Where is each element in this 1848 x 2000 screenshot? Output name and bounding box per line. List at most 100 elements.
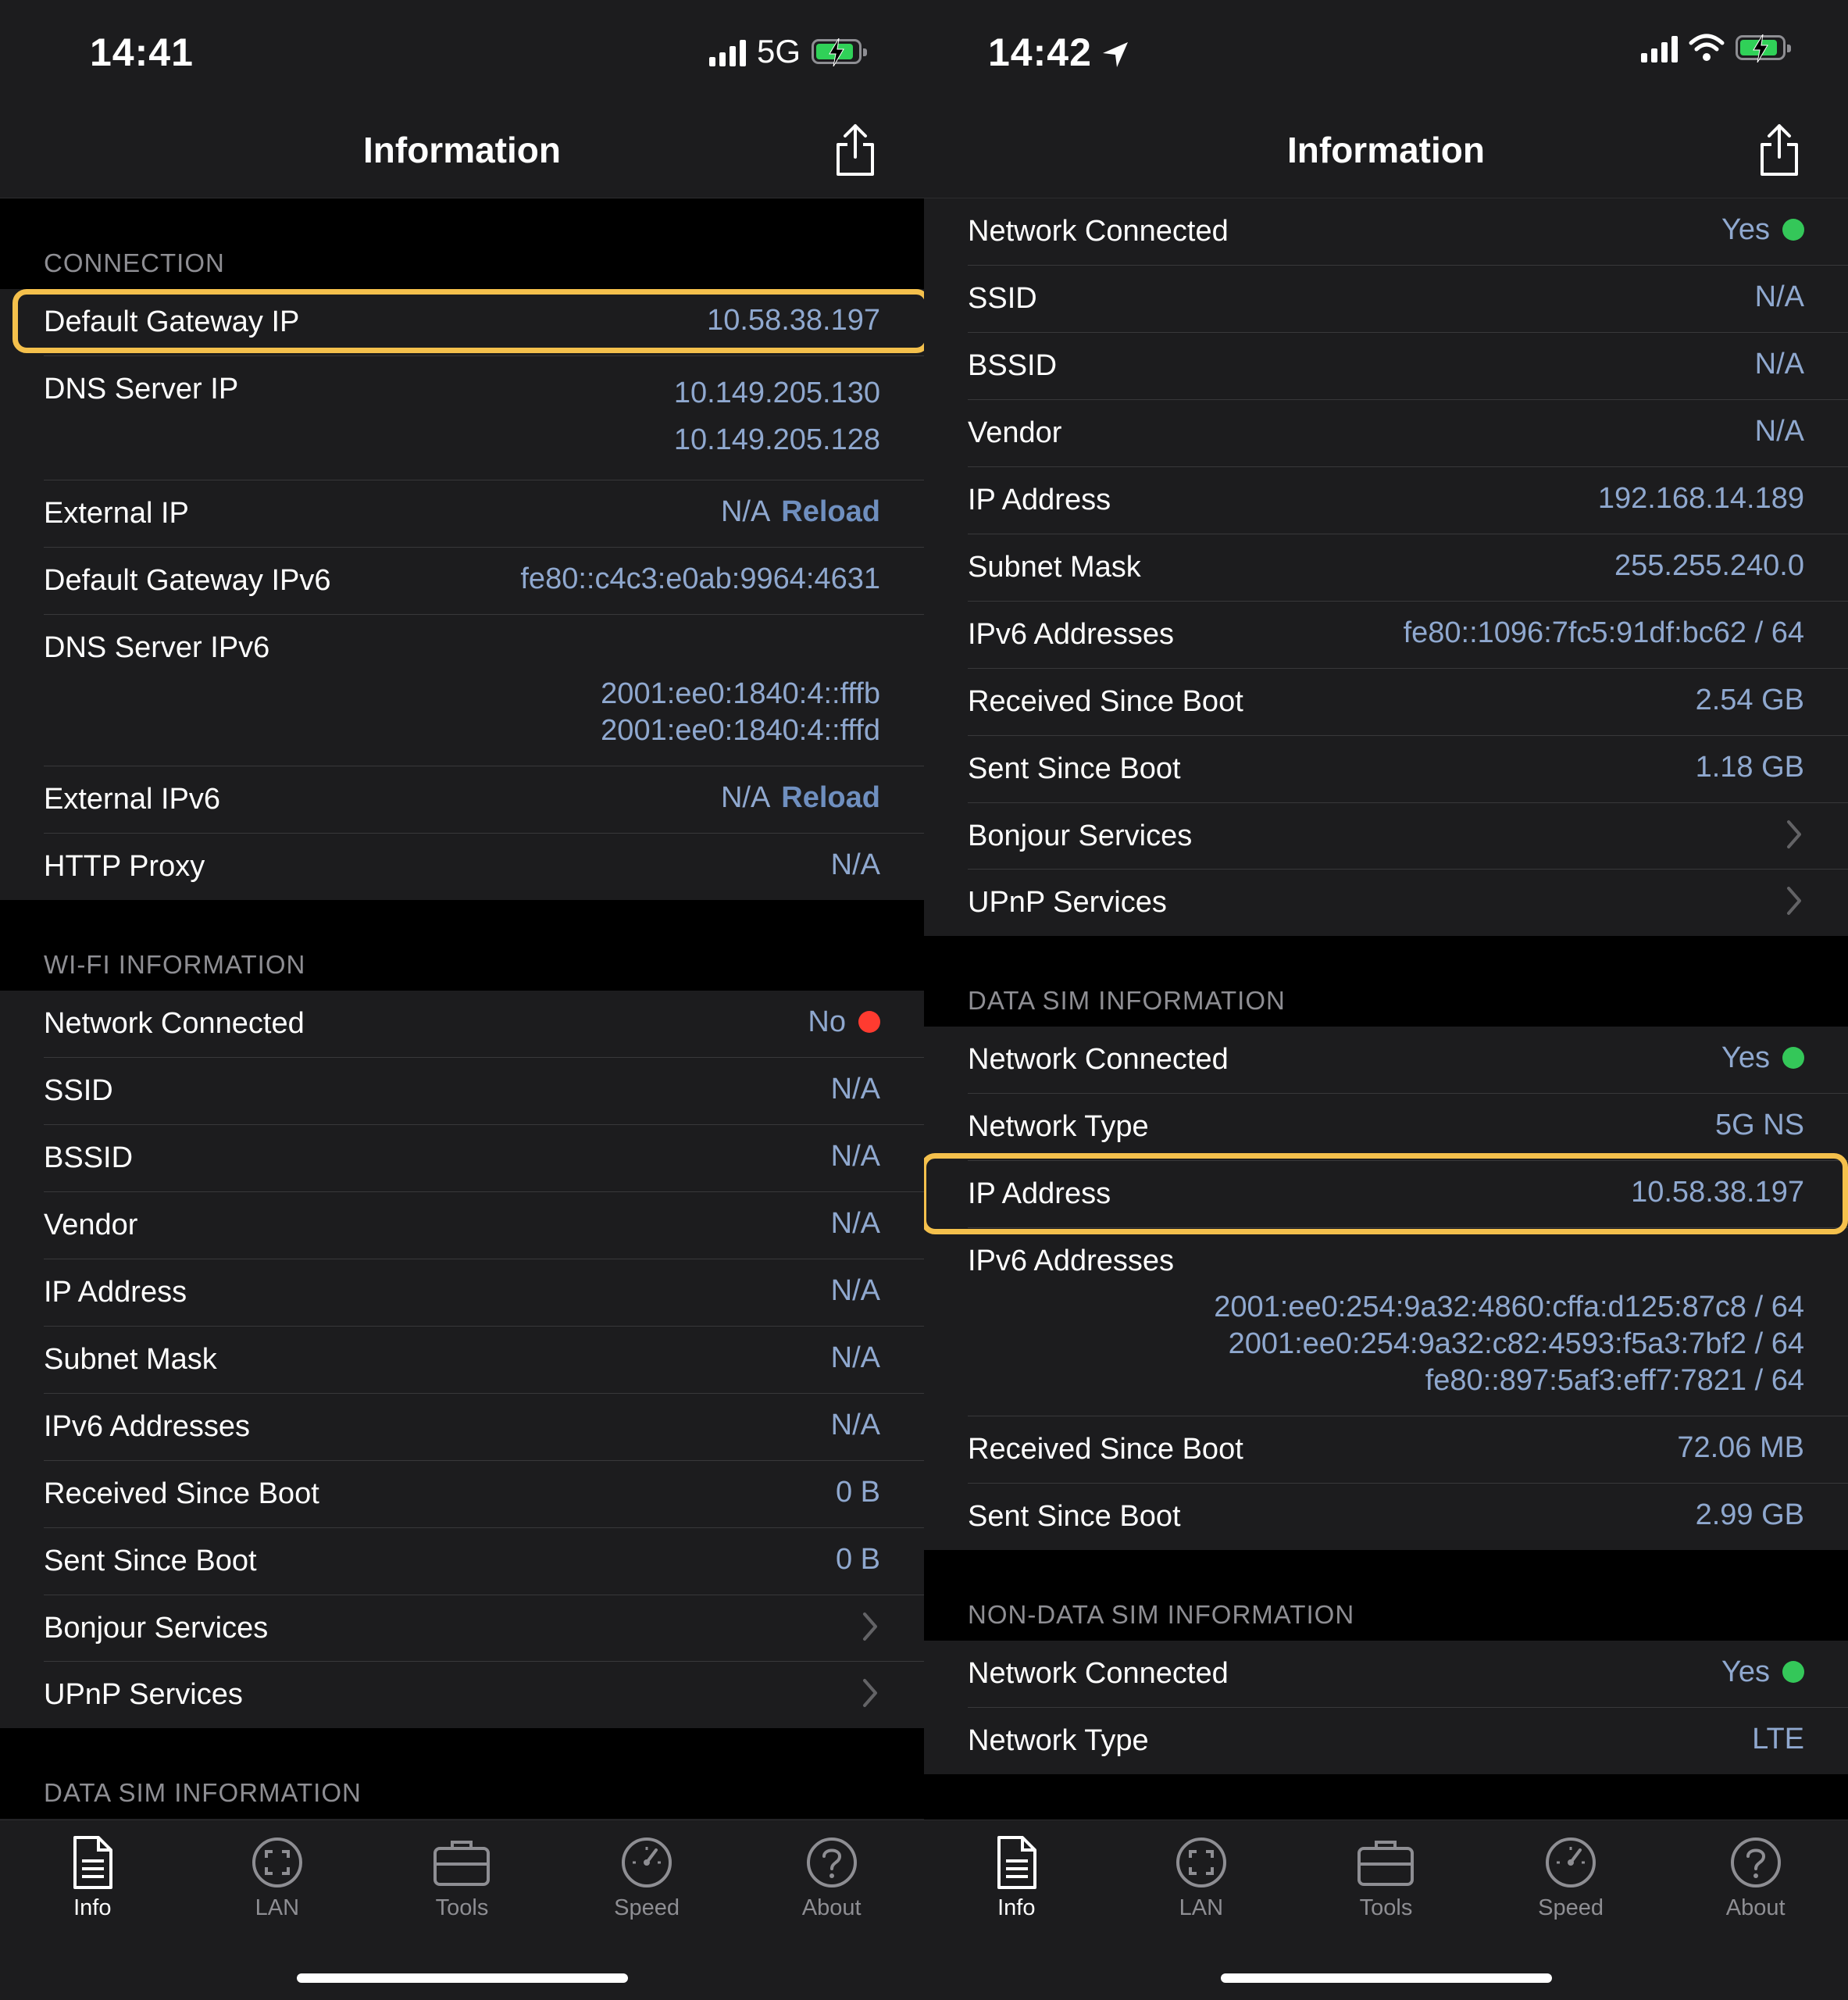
question-icon <box>806 1838 857 1888</box>
row-value: 10.149.205.130 10.149.205.128 <box>673 377 880 456</box>
reload-button[interactable]: Reload <box>781 495 880 528</box>
row-network-connected[interactable]: Network Connected No <box>0 991 924 1058</box>
row-value: fe80::c4c3:e0ab:9964:4631 <box>520 562 880 595</box>
row-label: IP Address <box>968 484 1111 516</box>
row-subnet-mask[interactable]: Subnet Mask 255.255.240.0 <box>924 534 1848 602</box>
lan-icon <box>252 1838 302 1888</box>
tab-info[interactable]: Info <box>0 1820 184 1921</box>
tab-tools[interactable]: Tools <box>369 1820 554 1921</box>
row-sent-since-boot[interactable]: Sent Since Boot 2.99 GB <box>924 1484 1848 1550</box>
row-value: N/A <box>830 1409 880 1441</box>
status-dot-green <box>1782 219 1804 241</box>
row-value: N/A <box>830 1073 880 1105</box>
row-external-ipv6[interactable]: External IPv6 N/A Reload <box>0 766 924 834</box>
section-header-wifi: WI-FI INFORMATION <box>44 950 306 979</box>
tab-speed[interactable]: Speed <box>555 1820 739 1921</box>
row-dns-server-ipv6[interactable]: DNS Server IPv6 2001:ee0:1840:4::fffb 200… <box>0 615 924 766</box>
row-label: Subnet Mask <box>968 551 1141 584</box>
share-icon[interactable] <box>832 123 879 177</box>
row-value: 0 B <box>835 1476 880 1509</box>
status-time: 14:41 <box>90 30 194 74</box>
connection-group: Default Gateway IP 10.58.38.197 DNS Serv… <box>0 289 924 900</box>
row-network-type[interactable]: Network Type LTE <box>924 1708 1848 1774</box>
row-value: N/A Reload <box>720 495 880 528</box>
tab-speed[interactable]: Speed <box>1479 1820 1663 1921</box>
navigation-bar: Information <box>0 105 924 198</box>
row-value: N/A <box>1754 280 1804 313</box>
left-screen: 14:41 5G Information CONNECTION Default … <box>0 0 924 2000</box>
row-sent-since-boot[interactable]: Sent Since Boot 1.18 GB <box>924 736 1848 803</box>
tab-bar: Info LAN Tools Speed About <box>924 1820 1848 2000</box>
row-value: 2.99 GB <box>1695 1498 1804 1531</box>
row-received-since-boot[interactable]: Received Since Boot 2.54 GB <box>924 669 1848 736</box>
home-indicator[interactable] <box>296 1973 628 1983</box>
row-upnp-services[interactable]: UPnP Services <box>924 870 1848 936</box>
row-bssid[interactable]: BSSID N/A <box>924 333 1848 400</box>
tab-lan[interactable]: LAN <box>1109 1820 1293 1921</box>
row-value: N/A <box>1754 348 1804 380</box>
row-label: IP Address <box>968 1177 1111 1210</box>
row-vendor[interactable]: Vendor N/A <box>924 400 1848 467</box>
row-value: 72.06 MB <box>1677 1431 1804 1464</box>
row-label: Vendor <box>44 1209 138 1241</box>
row-label: Network Type <box>968 1724 1149 1757</box>
row-ip-address[interactable]: IP Address 10.58.38.197 <box>924 1161 1848 1228</box>
row-value: N/A <box>830 1207 880 1240</box>
row-value: 0 B <box>835 1543 880 1576</box>
home-indicator[interactable] <box>1220 1973 1552 1983</box>
row-ipv6-addresses[interactable]: IPv6 Addresses N/A <box>0 1394 924 1461</box>
tab-about[interactable]: About <box>1664 1820 1848 1921</box>
row-subnet-mask[interactable]: Subnet Mask N/A <box>0 1327 924 1394</box>
tab-tools[interactable]: Tools <box>1293 1820 1478 1921</box>
speedometer-icon <box>1546 1838 1596 1888</box>
tab-info[interactable]: Info <box>924 1820 1108 1921</box>
row-default-gateway-ipv6[interactable]: Default Gateway IPv6 fe80::c4c3:e0ab:996… <box>0 548 924 615</box>
row-ip-address[interactable]: IP Address N/A <box>0 1259 924 1327</box>
row-network-connected[interactable]: Network Connected Yes <box>924 1641 1848 1708</box>
row-received-since-boot[interactable]: Received Since Boot 72.06 MB <box>924 1416 1848 1484</box>
row-label: Sent Since Boot <box>968 752 1181 785</box>
row-sent-since-boot[interactable]: Sent Since Boot 0 B <box>0 1528 924 1595</box>
row-dns-server-ip[interactable]: DNS Server IP 10.149.205.130 10.149.205.1… <box>0 356 924 480</box>
non-data-sim-group: Network Connected Yes Network Type LTE <box>924 1641 1848 1774</box>
row-label: UPnP Services <box>44 1678 243 1711</box>
row-ipv6-addresses[interactable]: IPv6 Addresses fe80::1096:7fc5:91df:bc62… <box>924 602 1848 669</box>
row-ssid[interactable]: SSID N/A <box>0 1058 924 1125</box>
row-value: 5G NS <box>1714 1109 1804 1141</box>
row-http-proxy[interactable]: HTTP Proxy N/A <box>0 834 924 900</box>
info-list[interactable]: CONNECTION Default Gateway IP 10.58.38.1… <box>0 198 924 1820</box>
row-ssid[interactable]: SSID N/A <box>924 266 1848 333</box>
row-network-connected[interactable]: Network Connected Yes <box>924 198 1848 266</box>
row-bonjour-services[interactable]: Bonjour Services <box>924 803 1848 870</box>
row-label: Network Connected <box>968 1657 1229 1690</box>
row-ip-address[interactable]: IP Address 192.168.14.189 <box>924 467 1848 534</box>
row-value: fe80::1096:7fc5:91df:bc62 / 64 <box>1403 616 1804 649</box>
reload-button[interactable]: Reload <box>781 781 880 814</box>
row-received-since-boot[interactable]: Received Since Boot 0 B <box>0 1461 924 1528</box>
tab-lan[interactable]: LAN <box>185 1820 369 1921</box>
row-network-type[interactable]: Network Type 5G NS <box>924 1094 1848 1161</box>
share-icon[interactable] <box>1756 123 1803 177</box>
row-label: Network Connected <box>968 1043 1229 1076</box>
row-label: IPv6 Addresses <box>44 1410 251 1443</box>
row-bssid[interactable]: BSSID N/A <box>0 1125 924 1192</box>
tab-about[interactable]: About <box>740 1820 924 1921</box>
row-label: DNS Server IP <box>44 373 239 405</box>
row-ipv6-addresses[interactable]: IPv6 Addresses 2001:ee0:254:9a32:4860:cf… <box>924 1228 1848 1416</box>
row-value: N/A <box>1754 415 1804 448</box>
row-label: IP Address <box>44 1276 187 1309</box>
row-label: Sent Since Boot <box>968 1500 1181 1533</box>
row-external-ip[interactable]: External IP N/A Reload <box>0 480 924 548</box>
wifi-group: Network Connected No SSID N/A BSSID N/A … <box>0 991 924 1728</box>
info-list[interactable]: Network Connected Yes SSID N/A BSSID N/A… <box>924 198 1848 1820</box>
row-upnp-services[interactable]: UPnP Services <box>0 1662 924 1728</box>
row-default-gateway-ip[interactable]: Default Gateway IP 10.58.38.197 <box>0 289 924 356</box>
row-vendor[interactable]: Vendor N/A <box>0 1192 924 1259</box>
row-label: Default Gateway IPv6 <box>44 564 331 597</box>
row-value: N/A <box>830 1341 880 1374</box>
section-header-data-sim: DATA SIM INFORMATION <box>968 986 1286 1015</box>
row-bonjour-services[interactable]: Bonjour Services <box>0 1595 924 1662</box>
row-value: 1.18 GB <box>1695 751 1804 784</box>
row-label: External IP <box>44 497 189 530</box>
row-network-connected[interactable]: Network Connected Yes <box>924 1027 1848 1094</box>
